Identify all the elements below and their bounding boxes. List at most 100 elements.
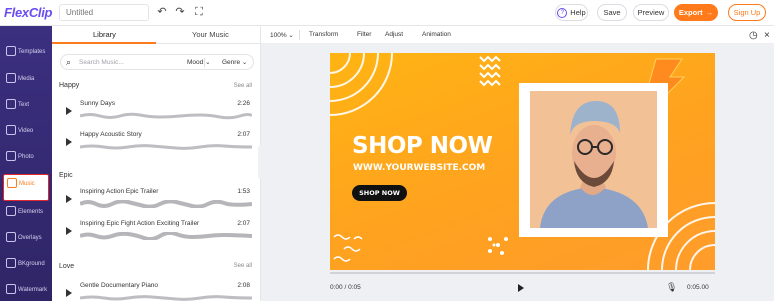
genre-label: Genre (222, 59, 241, 66)
track-item[interactable]: Inspiring Epic Fight Action Exciting Tra… (60, 218, 254, 246)
canvas-photo[interactable] (530, 91, 657, 228)
signup-button[interactable]: Sign Up (728, 4, 766, 21)
zoom-value: 100% (270, 32, 287, 39)
nav-item-photo[interactable]: Photo (3, 148, 49, 174)
track-duration: 2:08 (237, 282, 250, 289)
close-icon[interactable]: × (764, 30, 770, 41)
app-logo[interactable]: FlexClip (4, 5, 52, 20)
waveform[interactable] (80, 232, 252, 240)
elements-icon (6, 206, 16, 216)
filter-button[interactable]: Filter (357, 31, 371, 38)
history-icon[interactable]: ◷ (749, 30, 758, 41)
play-icon[interactable] (66, 289, 72, 297)
nav-item-video[interactable]: Video (3, 122, 49, 148)
background-icon (6, 258, 16, 268)
nav-label: Watermark (18, 287, 48, 293)
export-button[interactable]: Export → (674, 4, 718, 21)
play-icon[interactable] (66, 227, 72, 235)
genre-dropdown[interactable]: Genre ⌄ (222, 58, 247, 66)
music-search-bar[interactable]: ⌕ Search Music... Mood ⌄ Genre ⌄ (60, 54, 254, 70)
fullscreen-icon[interactable]: ⛶ (193, 6, 205, 18)
templates-icon (6, 46, 16, 56)
media-icon (6, 73, 16, 83)
playback-time: 0:00 / 0:05 (330, 284, 361, 291)
mood-label: Mood (187, 59, 204, 66)
nav-item-overlays[interactable]: Overlays (3, 229, 49, 255)
search-icon: ⌕ (66, 57, 72, 67)
see-all-love[interactable]: See all (234, 263, 252, 269)
tab-your-music[interactable]: Your Music (192, 30, 229, 39)
transform-button[interactable]: Transform (309, 31, 338, 38)
divider (204, 58, 205, 67)
section-title-epic: Epic (59, 172, 73, 179)
nav-item-music[interactable]: Music (3, 174, 49, 201)
track-name: Inspiring Action Epic Trailer (80, 188, 159, 195)
left-nav: Templates Media Text Video Photo Music E… (0, 26, 52, 301)
zoom-select[interactable]: 100% ⌄ (270, 31, 294, 39)
nav-label: Media (18, 76, 35, 82)
top-bar: FlexClip ↶ ↷ ⛶ ? Help Save Preview Expor… (0, 0, 774, 26)
divider (299, 30, 300, 40)
nav-label: Text (18, 102, 30, 108)
nav-item-text[interactable]: Text (3, 96, 49, 122)
track-item[interactable]: Happy Acoustic Story 2:07 (60, 129, 254, 157)
nav-label: Music (19, 181, 35, 187)
nav-label: Photo (18, 154, 34, 160)
nav-item-elements[interactable]: Elements (3, 203, 49, 229)
waveform[interactable] (80, 294, 252, 301)
nav-label: Video (18, 128, 34, 134)
undo-icon[interactable]: ↶ (156, 6, 168, 18)
track-item[interactable]: Sunny Days 2:26 (60, 98, 254, 126)
track-duration: 1:53 (237, 188, 250, 195)
active-tab-indicator (52, 42, 156, 44)
tab-library[interactable]: Library (93, 30, 116, 39)
canvas-website[interactable]: WWW.YOURWEBSITE.COM (353, 163, 485, 173)
library-tabs: Library Your Music (52, 26, 261, 44)
track-name: Inspiring Epic Fight Action Exciting Tra… (80, 220, 200, 227)
track-name: Happy Acoustic Story (80, 131, 142, 138)
help-label: Help (570, 8, 586, 17)
nav-label: Overlays (18, 235, 42, 241)
waveform[interactable] (80, 200, 252, 208)
video-icon (6, 125, 16, 135)
play-icon[interactable] (66, 195, 72, 203)
track-duration: 2:07 (237, 220, 250, 227)
timeline-scrubber[interactable] (330, 272, 715, 274)
text-icon (6, 99, 16, 109)
nav-item-watermark[interactable]: Watermark (3, 281, 49, 301)
waveform[interactable] (80, 143, 252, 151)
microphone-icon[interactable]: 🎙 (666, 282, 677, 293)
nav-item-media[interactable]: Media (3, 70, 49, 96)
nav-item-templates[interactable]: Templates (3, 43, 49, 69)
track-item[interactable]: Inspiring Action Epic Trailer 1:53 (60, 186, 254, 214)
help-button[interactable]: ? Help (555, 4, 588, 21)
mood-dropdown[interactable]: Mood ⌄ (187, 58, 211, 66)
nav-label: BKground (18, 261, 45, 267)
search-input[interactable]: Search Music... (79, 59, 124, 66)
help-icon: ? (557, 7, 568, 18)
project-title-input[interactable] (59, 4, 149, 21)
nav-item-background[interactable]: BKground (3, 255, 49, 281)
playback-duration: 0:05.00 (687, 284, 709, 291)
play-icon[interactable] (66, 107, 72, 115)
canvas-cta-button[interactable]: SHOP NOW (352, 185, 407, 201)
save-button[interactable]: Save (597, 4, 627, 21)
photo-icon (6, 151, 16, 161)
track-item[interactable]: Gentle Documentary Piano 2:08 (60, 280, 254, 301)
animation-button[interactable]: Animation (422, 31, 451, 38)
nav-label: Elements (18, 209, 44, 215)
adjust-button[interactable]: Adjust (385, 31, 403, 38)
see-all-happy[interactable]: See all (234, 83, 252, 89)
track-duration: 2:26 (237, 100, 250, 107)
redo-icon[interactable]: ↷ (174, 6, 186, 18)
play-icon[interactable] (66, 138, 72, 146)
waveform[interactable] (80, 112, 252, 120)
section-title-love: Love (59, 263, 75, 270)
play-icon[interactable] (518, 284, 524, 292)
track-name: Gentle Documentary Piano (80, 282, 159, 289)
section-title-happy: Happy (59, 82, 80, 89)
canvas-headline[interactable]: SHOP NOW (352, 133, 493, 159)
overlays-icon (6, 232, 16, 242)
arrow-right-icon: → (705, 8, 714, 17)
preview-button[interactable]: Preview (633, 4, 669, 21)
